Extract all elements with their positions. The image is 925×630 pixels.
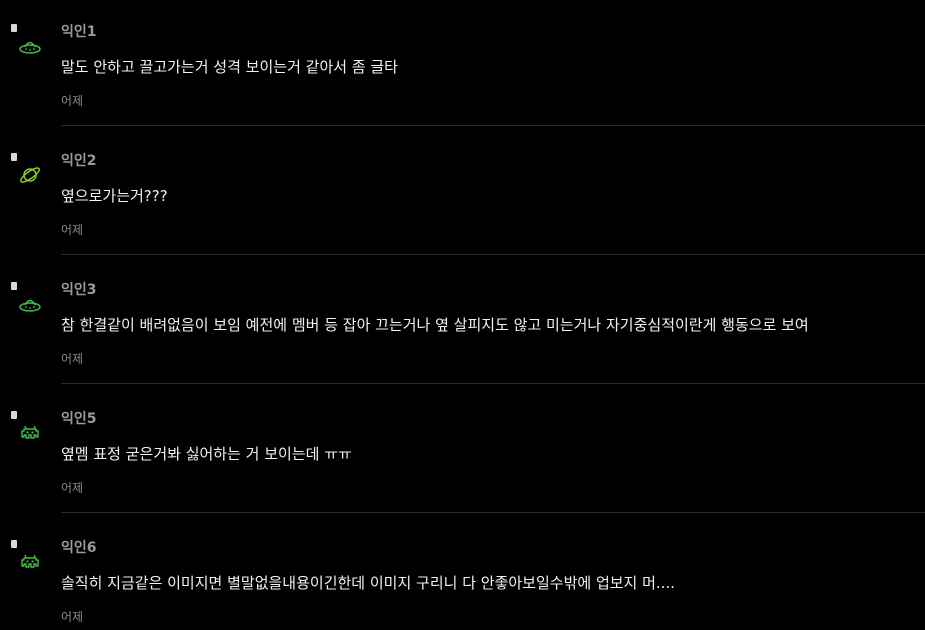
user-badge	[11, 411, 17, 419]
divider	[61, 512, 925, 513]
space-invader-icon[interactable]	[18, 550, 42, 574]
ufo-icon[interactable]	[18, 34, 42, 58]
planet-icon[interactable]	[18, 163, 42, 187]
ufo-icon[interactable]	[18, 292, 42, 316]
comment-timestamp: 어제	[61, 481, 84, 495]
user-badge	[11, 24, 17, 32]
comment-item: 익인2 옆으로가는거??? 어제	[0, 129, 925, 258]
comment-text: 옆으로가는거???	[61, 187, 168, 205]
comment-text: 옆멤 표정 굳은거봐 싫어하는 거 보이는데 ㅠㅠ	[61, 445, 352, 463]
comment-timestamp: 어제	[61, 610, 84, 624]
user-badge	[11, 540, 17, 548]
comment-list: 익인1 말도 안하고 끌고가는거 성격 보이는거 같아서 좀 글타 어제 익인2…	[0, 0, 925, 630]
comment-timestamp: 어제	[61, 352, 84, 366]
space-invader-icon[interactable]	[18, 421, 42, 445]
comment-text: 솔직히 지금같은 이미지면 별말없을내용이긴한데 이미지 구리니 다 안좋아보일…	[61, 574, 675, 592]
comment-timestamp: 어제	[61, 94, 84, 108]
comment-item: 익인1 말도 안하고 끌고가는거 성격 보이는거 같아서 좀 글타 어제	[0, 0, 925, 129]
divider	[61, 254, 925, 255]
comment-item: 익인6 솔직히 지금같은 이미지면 별말없을내용이긴한데 이미지 구리니 다 안…	[0, 516, 925, 630]
comment-author[interactable]: 익인6	[61, 539, 97, 557]
comment-author[interactable]: 익인5	[61, 410, 97, 428]
divider	[61, 383, 925, 384]
comment-text: 참 한결같이 배려없음이 보임 예전에 멤버 등 잡아 끄는거나 옆 살피지도 …	[61, 316, 809, 334]
comment-item: 익인3 참 한결같이 배려없음이 보임 예전에 멤버 등 잡아 끄는거나 옆 살…	[0, 258, 925, 387]
user-badge	[11, 282, 17, 290]
comment-author[interactable]: 익인2	[61, 152, 97, 170]
comment-author[interactable]: 익인1	[61, 23, 97, 41]
comment-timestamp: 어제	[61, 223, 84, 237]
divider	[61, 125, 925, 126]
comment-item: 익인5 옆멤 표정 굳은거봐 싫어하는 거 보이는데 ㅠㅠ 어제	[0, 387, 925, 516]
comment-text: 말도 안하고 끌고가는거 성격 보이는거 같아서 좀 글타	[61, 58, 398, 76]
comment-author[interactable]: 익인3	[61, 281, 97, 299]
user-badge	[11, 153, 17, 161]
